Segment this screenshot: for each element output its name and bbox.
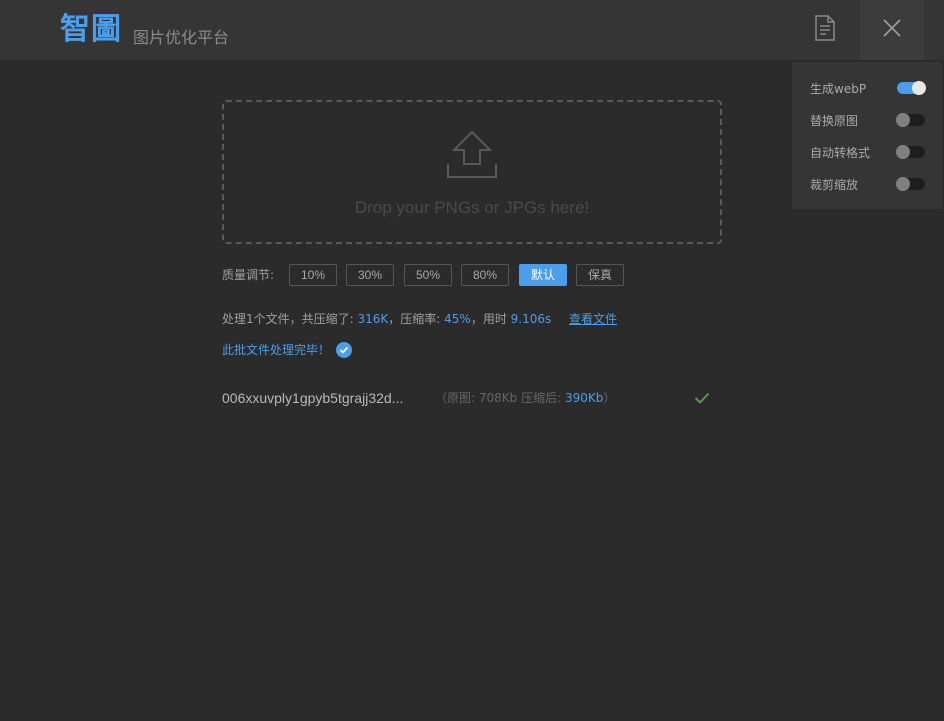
check-icon <box>694 390 710 409</box>
batch-done-message: 此批文件处理完毕！ <box>222 342 353 358</box>
header: 智圖 图片优化平台 <box>0 0 944 60</box>
setting-label: 裁剪缩放 <box>810 177 859 192</box>
setting-label: 替换原图 <box>810 113 859 128</box>
drop-hint: Drop your PNGs or JPGs here! <box>354 198 590 217</box>
quality-80-button[interactable]: 80% <box>461 264 509 286</box>
settings-panel: 生成webP 替换原图 自动转格式 裁剪缩放 <box>792 62 942 209</box>
done-text: 此批文件处理完毕！ <box>222 343 331 357</box>
quality-lossless-button[interactable]: 保真 <box>576 264 624 286</box>
original-size: 708Kb <box>478 391 518 405</box>
ratio-label: ，压缩率: <box>388 312 445 326</box>
compressed-label: 压缩后: <box>517 391 565 405</box>
setting-auto-convert: 自动转格式 <box>810 142 925 162</box>
toggle-knob <box>896 145 910 159</box>
processing-summary: 处理1个文件，共压缩了: 316K，压缩率: 45%，用时 9.106s <box>222 311 551 327</box>
setting-crop-scale: 裁剪缩放 <box>810 174 925 194</box>
app-logo: 智圖 <box>60 12 122 47</box>
view-files-link[interactable]: 查看文件 <box>569 311 617 327</box>
setting-webp: 生成webP <box>810 78 926 98</box>
app-subtitle: 图片优化平台 <box>133 28 230 47</box>
check-circle-icon <box>336 342 353 358</box>
setting-label: 自动转格式 <box>810 145 871 160</box>
original-label: （原图: <box>435 391 479 405</box>
replace-original-toggle[interactable] <box>896 113 925 127</box>
elapsed-time: 9.106s <box>510 312 552 326</box>
quality-10-button[interactable]: 10% <box>289 264 337 286</box>
file-name: 006xxuvply1gpyb5tgrajj32d... <box>222 390 404 406</box>
setting-replace-original: 替换原图 <box>810 110 925 130</box>
quality-label: 质量调节: <box>222 268 275 282</box>
toggle-knob <box>896 177 910 191</box>
compressed-size: 390Kb <box>564 391 604 405</box>
document-button[interactable] <box>810 14 840 46</box>
setting-label: 生成webP <box>810 81 867 96</box>
quality-30-button[interactable]: 30% <box>346 264 394 286</box>
auto-convert-toggle[interactable] <box>896 145 925 159</box>
document-icon <box>814 15 836 45</box>
close-button[interactable] <box>860 0 924 60</box>
toggle-knob <box>912 81 926 95</box>
time-label: ，用时 <box>470 312 511 326</box>
quality-50-button[interactable]: 50% <box>404 264 452 286</box>
upload-icon <box>446 130 498 184</box>
file-row: 006xxuvply1gpyb5tgrajj32d... （原图: 708Kb … <box>222 388 722 408</box>
quality-default-button[interactable]: 默认 <box>519 264 567 286</box>
close-paren: ） <box>603 391 616 405</box>
close-icon <box>882 18 902 42</box>
file-size-info: （原图: 708Kb 压缩后: 390Kb） <box>435 390 615 406</box>
summary-prefix: 处理1个文件，共压缩了: <box>222 312 358 326</box>
drop-zone[interactable]: Drop your PNGs or JPGs here! <box>222 100 722 244</box>
compression-ratio: 45% <box>444 312 471 326</box>
toggle-knob <box>896 113 910 127</box>
crop-scale-toggle[interactable] <box>896 177 925 191</box>
webp-toggle[interactable] <box>897 81 926 95</box>
saved-size: 316K <box>357 312 389 326</box>
